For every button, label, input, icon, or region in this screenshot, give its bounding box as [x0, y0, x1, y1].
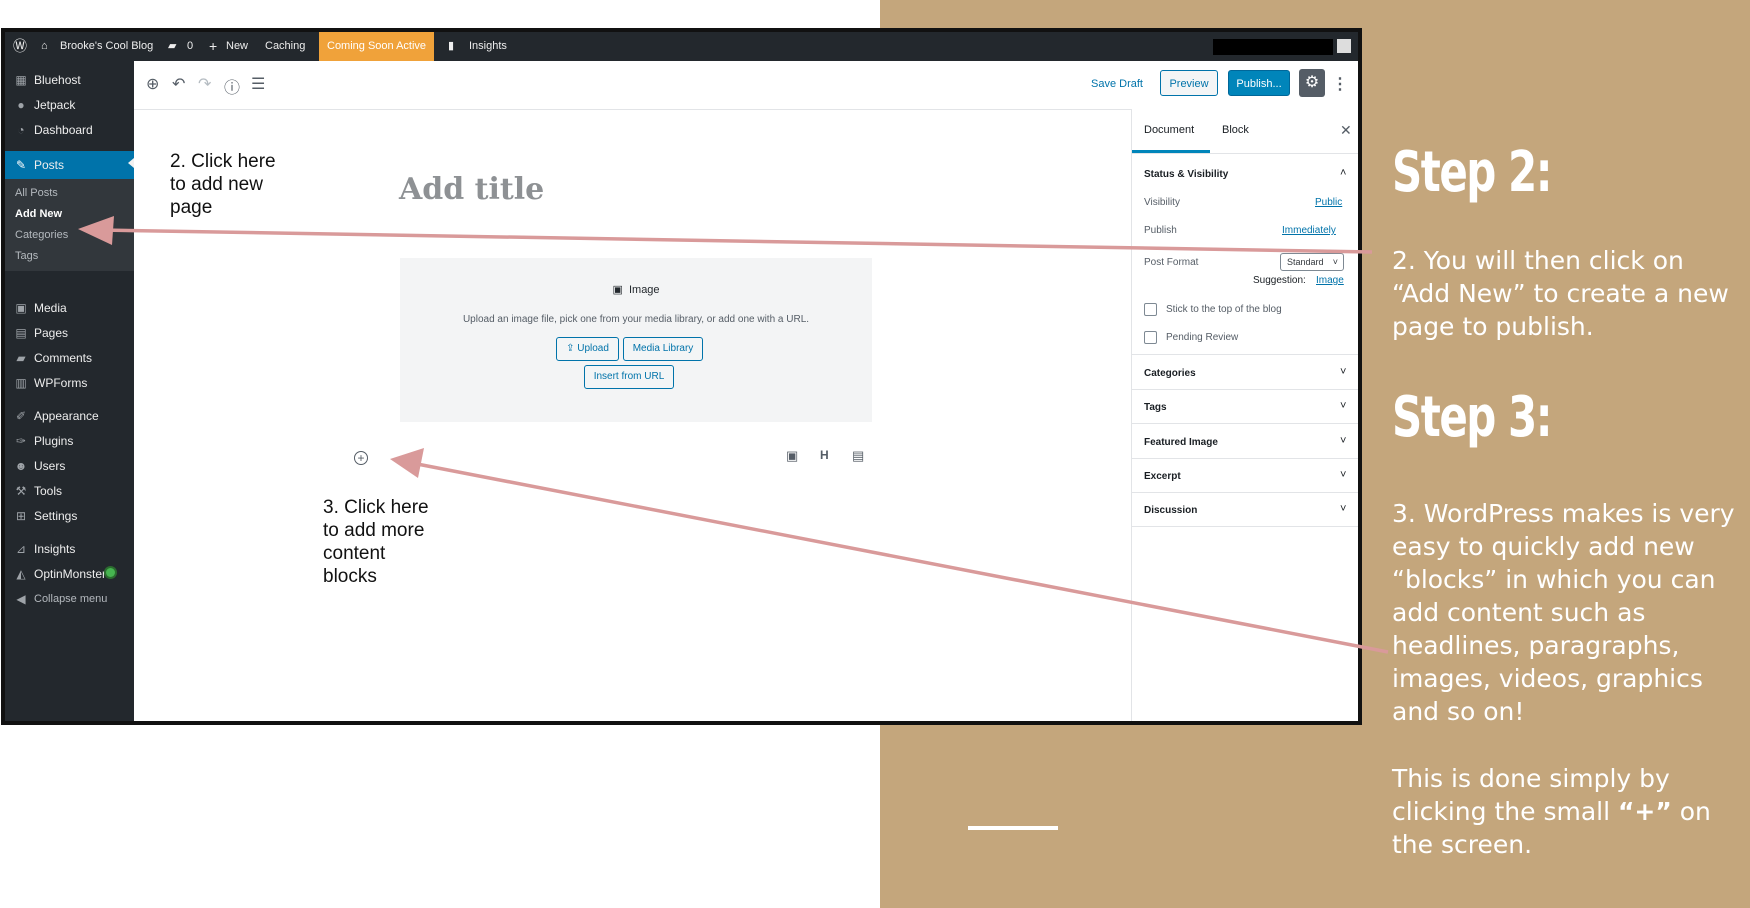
- decorative-rule: [968, 826, 1058, 830]
- step-2-heading: Step 2:: [1392, 140, 1553, 205]
- arrowhead-plus: [390, 448, 424, 478]
- step-3-instruction: This is done simply by clicking the smal…: [1392, 764, 1711, 859]
- step-3-text: 3. WordPress makes is very easy to quick…: [1392, 499, 1735, 726]
- arrowhead-add-new: [78, 216, 114, 245]
- step-3-heading: Step 3:: [1392, 385, 1553, 450]
- step-2-text: 2. You will then click on “Add New” to c…: [1392, 246, 1729, 341]
- arrow-to-add-new: [99, 228, 1373, 254]
- arrow-to-plus: [411, 461, 1389, 654]
